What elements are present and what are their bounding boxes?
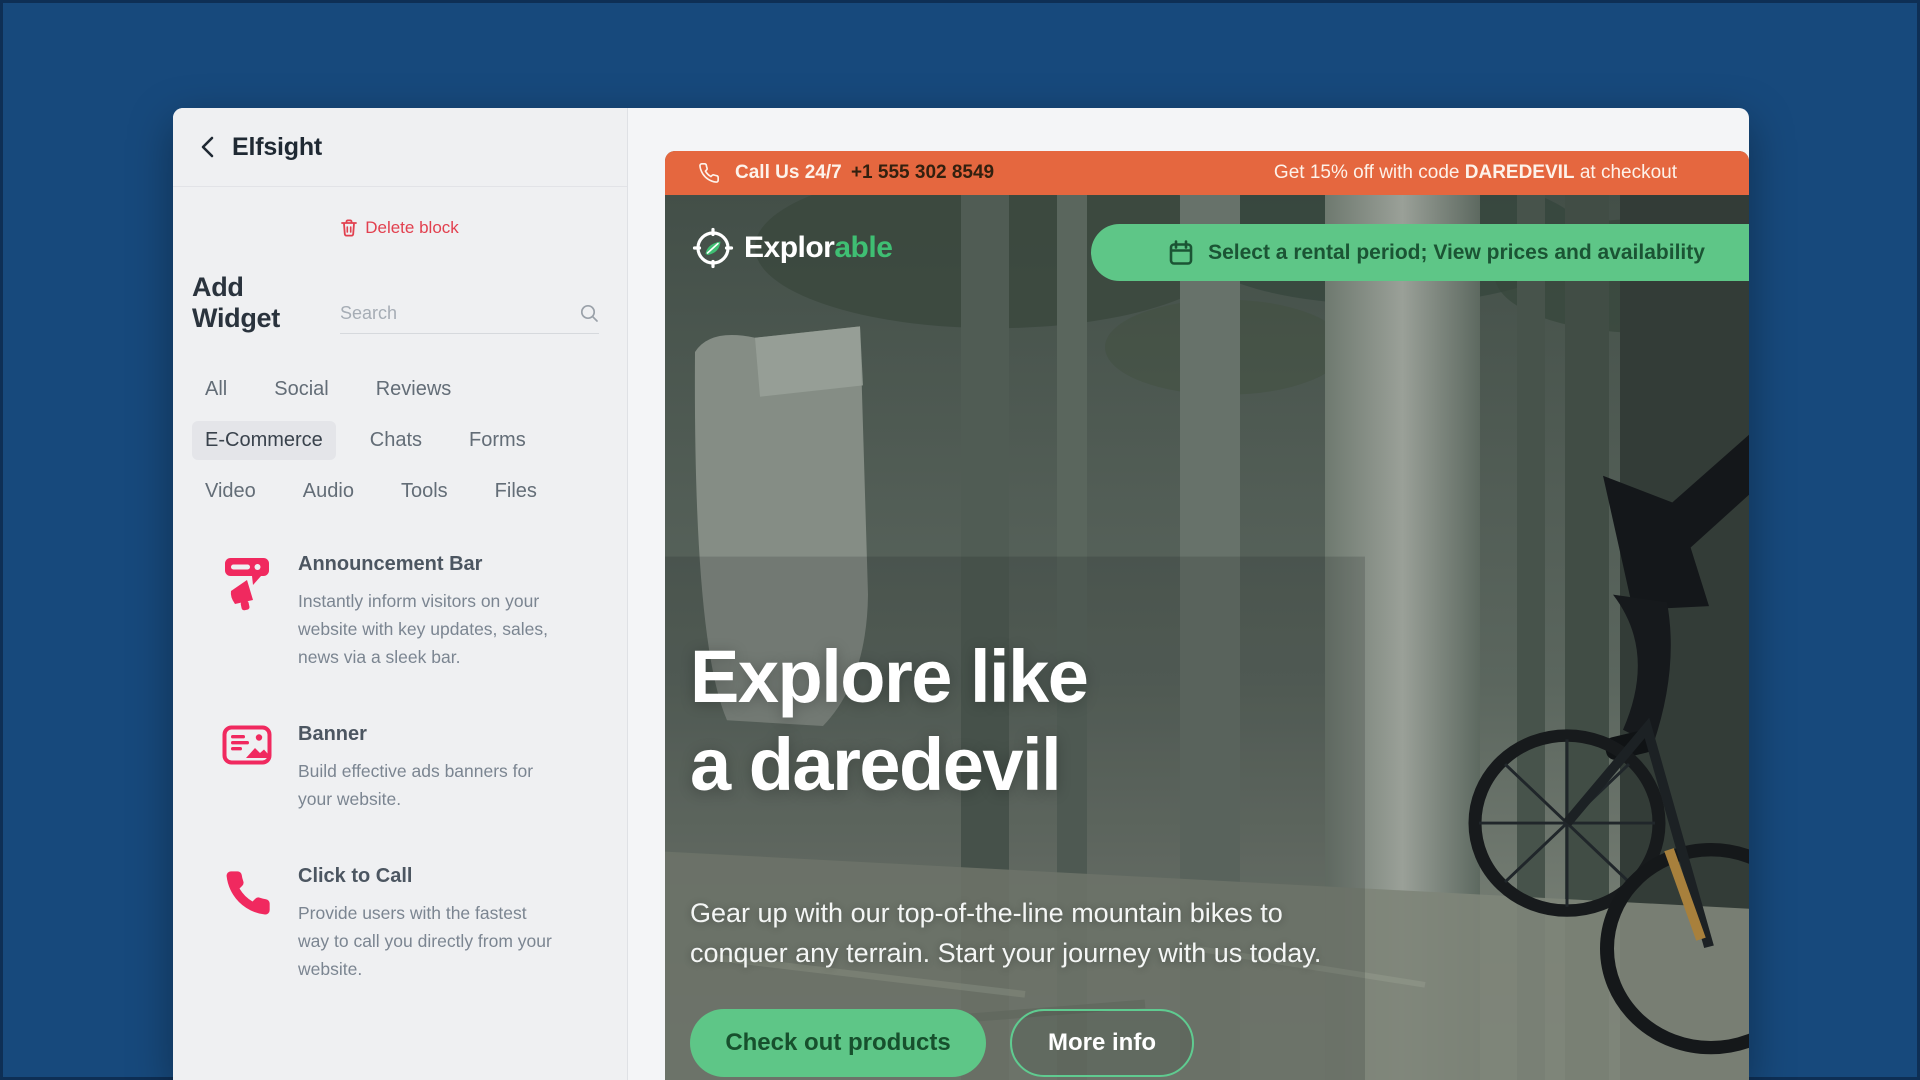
- add-widget-title: Add Widget: [192, 272, 326, 334]
- logo-text-green: able: [834, 231, 892, 264]
- phone-number[interactable]: +1 555 302 8549: [851, 162, 994, 183]
- call-us-label: Call Us 24/7: [735, 162, 842, 183]
- search-icon: [580, 304, 599, 323]
- widget-title: Announcement Bar: [298, 553, 552, 576]
- tab-reviews[interactable]: Reviews: [363, 370, 465, 409]
- widget-item-click-to-call[interactable]: Click to Call Provide users with the fas…: [173, 865, 627, 983]
- check-out-products-button[interactable]: Check out products: [690, 1009, 986, 1077]
- promo-code: DAREDEVIL: [1465, 162, 1575, 183]
- logo-text-white: Explor: [744, 231, 834, 264]
- widget-item-banner[interactable]: Banner Build effective ads banners for y…: [173, 723, 627, 813]
- back-chevron-icon[interactable]: [200, 135, 215, 159]
- website-preview: Call Us 24/7 +1 555 302 8549 Get 15% off…: [665, 151, 1749, 1080]
- tab-chats[interactable]: Chats: [357, 421, 435, 460]
- elfsight-widget-modal: Elfsight Delete block Add Widget: [173, 108, 1749, 1080]
- search-input[interactable]: [340, 303, 572, 324]
- widget-description: Provide users with the fastest way to ca…: [298, 899, 552, 983]
- site-logo[interactable]: Explorable: [692, 227, 892, 269]
- delete-block-label: Delete block: [365, 218, 459, 238]
- tab-all[interactable]: All: [192, 370, 240, 409]
- widget-item-announcement-bar[interactable]: Announcement Bar Instantly inform visito…: [173, 553, 627, 671]
- promo-message: Get 15% off with code DAREDEVIL at check…: [1274, 162, 1677, 184]
- sidebar-header: Elfsight: [173, 108, 627, 187]
- delete-block-button[interactable]: Delete block: [341, 218, 459, 238]
- phone-icon: [698, 162, 720, 184]
- widget-description: Instantly inform visitors on your websit…: [298, 587, 552, 671]
- hero-subtitle: Gear up with our top-of-the-line mountai…: [690, 893, 1330, 973]
- trash-icon: [341, 219, 357, 237]
- tab-files[interactable]: Files: [482, 472, 550, 511]
- tab-forms[interactable]: Forms: [456, 421, 539, 460]
- hero-section: Explorable Select a rental period; View …: [665, 195, 1749, 1080]
- desktop-background: Elfsight Delete block Add Widget: [0, 0, 1920, 1080]
- panel-title: Elfsight: [232, 133, 322, 162]
- widget-sidebar: Elfsight Delete block Add Widget: [173, 108, 628, 1080]
- click-to-call-icon: [222, 867, 274, 919]
- rental-button-label: Select a rental period; View prices and …: [1208, 241, 1705, 265]
- tab-social[interactable]: Social: [261, 370, 341, 409]
- calendar-icon: [1169, 240, 1193, 266]
- widget-title: Click to Call: [298, 865, 552, 888]
- hero-title: Explore like a daredevil: [690, 633, 1087, 809]
- widget-search: [340, 303, 599, 334]
- announcement-bar-icon: [222, 555, 272, 611]
- more-info-button[interactable]: More info: [1010, 1009, 1194, 1077]
- category-tabs: All Social Reviews E-Commerce Chats Form…: [192, 370, 627, 511]
- compass-logo-icon: [692, 227, 734, 269]
- tab-video[interactable]: Video: [192, 472, 269, 511]
- widget-description: Build effective ads banners for your web…: [298, 757, 552, 813]
- tab-audio[interactable]: Audio: [290, 472, 367, 511]
- widget-title: Banner: [298, 723, 552, 746]
- announcement-topbar: Call Us 24/7 +1 555 302 8549 Get 15% off…: [665, 151, 1749, 195]
- tab-tools[interactable]: Tools: [388, 472, 461, 511]
- widget-list: Announcement Bar Instantly inform visito…: [173, 553, 627, 983]
- banner-icon: [222, 725, 272, 765]
- tab-ecommerce[interactable]: E-Commerce: [192, 421, 336, 460]
- rental-period-button[interactable]: Select a rental period; View prices and …: [1091, 224, 1749, 281]
